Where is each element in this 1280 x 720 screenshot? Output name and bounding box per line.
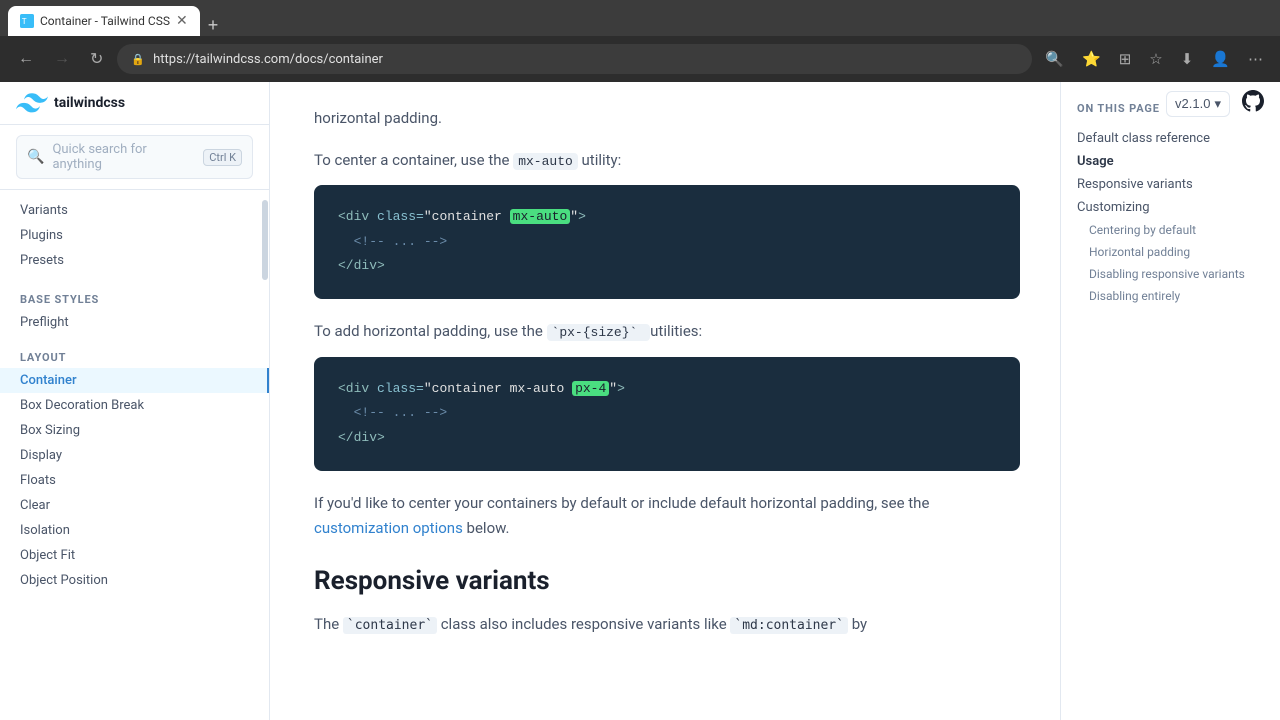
sidebar-nav: Variants Plugins Presets Base Styles Pre…: [0, 190, 269, 720]
toc-customizing[interactable]: Customizing: [1077, 196, 1264, 219]
collections-icon[interactable]: ⬇: [1176, 46, 1199, 72]
code-block-2: <div class="container mx-auto px-4"> <!-…: [314, 357, 1020, 471]
more-icon[interactable]: ⋯: [1243, 46, 1268, 72]
sidebar-item-container[interactable]: Container: [0, 368, 269, 393]
left-sidebar: tailwindcss 🔍 Quick search for anything …: [0, 82, 270, 720]
browser-chrome: T Container - Tailwind CSS ✕ + ← → ↻ 🔒 h…: [0, 0, 1280, 82]
extensions-icon[interactable]: ⭐: [1077, 46, 1106, 72]
toc-centering-by-default[interactable]: Centering by default: [1077, 219, 1264, 241]
toc-responsive-variants[interactable]: Responsive variants: [1077, 173, 1264, 196]
lock-icon: 🔒: [131, 53, 145, 66]
search-extension-icon[interactable]: 🔍: [1040, 46, 1069, 72]
toc-usage[interactable]: Usage: [1077, 150, 1264, 173]
browser-tab[interactable]: T Container - Tailwind CSS ✕: [8, 6, 200, 36]
toc-disabling-entirely[interactable]: Disabling entirely: [1077, 285, 1264, 307]
sidebar-item-object-fit[interactable]: Object Fit: [0, 543, 269, 568]
sidebar-item-presets[interactable]: Presets: [0, 248, 269, 273]
toc-default-class-reference[interactable]: Default class reference: [1077, 127, 1264, 150]
refresh-button[interactable]: ↻: [84, 45, 109, 73]
svg-text:T: T: [22, 16, 27, 26]
intro-paragraph: horizontal padding.: [314, 106, 1020, 132]
para-center: To center a container, use the mx-auto u…: [314, 148, 1020, 174]
header-right-controls: v2.1.0 ▾: [1166, 90, 1264, 117]
tab-title: Container - Tailwind CSS: [40, 14, 170, 28]
nav-section-layout: Layout Container Box Decoration Break Bo…: [0, 339, 269, 597]
logo-text: tailwindcss: [54, 95, 125, 111]
github-link[interactable]: [1242, 90, 1264, 117]
code-block-1: <div class="container mx-auto"> <!-- ...…: [314, 185, 1020, 299]
version-text: v2.1.0: [1175, 96, 1210, 111]
right-sidebar: ON THIS PAGE Default class reference Usa…: [1060, 82, 1280, 720]
filter-icon[interactable]: ⊞: [1114, 46, 1137, 72]
page-layout: tailwindcss 🔍 Quick search for anything …: [0, 82, 1280, 720]
sidebar-item-box-sizing[interactable]: Box Sizing: [0, 418, 269, 443]
logo[interactable]: tailwindcss: [16, 92, 125, 114]
nav-section-label-base: Base Styles: [0, 285, 269, 310]
responsive-variants-heading: Responsive variants: [314, 566, 1020, 596]
sidebar-item-isolation[interactable]: Isolation: [0, 518, 269, 543]
customization-options-link[interactable]: customization options: [314, 519, 463, 537]
new-tab-button[interactable]: +: [200, 15, 227, 36]
para-padding: To add horizontal padding, use the `px-{…: [314, 319, 1020, 345]
forward-button[interactable]: →: [48, 46, 76, 72]
browser-tab-bar: T Container - Tailwind CSS ✕ +: [0, 0, 1280, 36]
sidebar-item-display[interactable]: Display: [0, 443, 269, 468]
tab-favicon: T: [20, 14, 34, 28]
px-size-code: `px-{size}`: [547, 324, 651, 341]
logo-icon: [16, 92, 48, 114]
mx-auto-code: mx-auto: [513, 153, 578, 170]
github-icon: [1242, 90, 1264, 112]
search-bar[interactable]: 🔍 Quick search for anything Ctrl K: [16, 135, 253, 179]
version-chevron: ▾: [1214, 96, 1221, 112]
sidebar-item-floats[interactable]: Floats: [0, 468, 269, 493]
sidebar-item-preflight[interactable]: Preflight: [0, 310, 269, 335]
search-container[interactable]: 🔍 Quick search for anything Ctrl K: [0, 125, 269, 190]
search-icon: 🔍: [27, 149, 44, 165]
address-bar[interactable]: 🔒 https://tailwindcss.com/docs/container: [117, 44, 1032, 74]
nav-section-label-layout: Layout: [0, 343, 269, 368]
site-header: tailwindcss: [0, 82, 269, 125]
search-keyboard-shortcut: Ctrl K: [203, 149, 242, 166]
toc-disabling-responsive-variants[interactable]: Disabling responsive variants: [1077, 263, 1264, 285]
nav-section-base-styles: Base Styles Preflight: [0, 281, 269, 339]
sidebar-item-clear[interactable]: Clear: [0, 493, 269, 518]
sidebar-item-variants[interactable]: Variants: [0, 198, 269, 223]
search-placeholder: Quick search for anything: [52, 142, 195, 172]
toc-horizontal-padding[interactable]: Horizontal padding: [1077, 241, 1264, 263]
tab-close[interactable]: ✕: [176, 13, 188, 29]
sidebar-item-box-decoration-break[interactable]: Box Decoration Break: [0, 393, 269, 418]
back-button[interactable]: ←: [12, 46, 40, 72]
version-button[interactable]: v2.1.0 ▾: [1166, 91, 1230, 117]
browser-toolbar: ← → ↻ 🔒 https://tailwindcss.com/docs/con…: [0, 36, 1280, 82]
sidebar-item-plugins[interactable]: Plugins: [0, 223, 269, 248]
favorites-icon[interactable]: ☆: [1144, 46, 1167, 72]
url-text: https://tailwindcss.com/docs/container: [153, 52, 383, 67]
section-sub-text: The `container` class also includes resp…: [314, 612, 1020, 638]
sidebar-item-object-position[interactable]: Object Position: [0, 568, 269, 593]
main-content: horizontal padding. To center a containe…: [270, 82, 1060, 720]
sidebar-scrollbar: [262, 200, 268, 280]
profile-icon[interactable]: 👤: [1206, 46, 1235, 72]
para-customize: If you'd like to center your containers …: [314, 491, 1020, 542]
nav-section-top: Variants Plugins Presets: [0, 190, 269, 281]
